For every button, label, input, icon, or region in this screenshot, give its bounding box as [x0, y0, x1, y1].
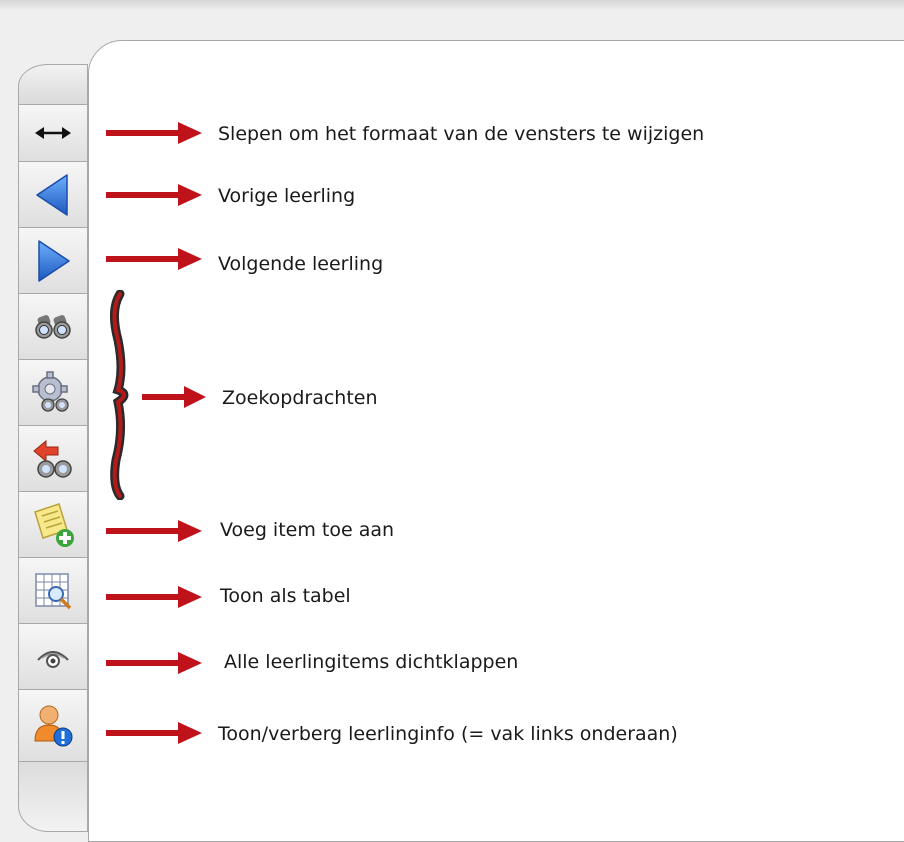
annotation-label: Slepen om het formaat van de vensters te… [218, 123, 705, 145]
search-button[interactable] [18, 294, 88, 360]
annotation-arrow-icon [106, 122, 202, 144]
vertical-toolbar [18, 64, 88, 832]
annotation-arrow-icon [106, 652, 202, 674]
annotation-arrow-icon [106, 722, 202, 744]
annotation-label: Zoekopdrachten [222, 387, 378, 409]
annotation-label: Toon/verberg leerlinginfo (= vak links o… [218, 723, 678, 745]
binoculars-icon [35, 314, 71, 339]
eye-icon [37, 650, 69, 668]
annotation-arrow-icon [106, 184, 202, 206]
annotation-arrow-icon [106, 520, 202, 542]
gear-binoculars-icon [32, 370, 69, 412]
toolbar-top-cap [18, 64, 88, 104]
annotation-label: Toon als tabel [220, 585, 351, 607]
student-info-toggle-button[interactable] [18, 690, 88, 762]
triangle-right-icon [38, 239, 70, 282]
triangle-left-icon [36, 173, 68, 216]
next-student-button[interactable] [18, 228, 88, 294]
annotation-label: Voeg item toe aan [220, 519, 395, 541]
previous-student-button[interactable] [18, 162, 88, 228]
arrow-binoculars-icon [33, 439, 72, 478]
window-top-shadow [0, 0, 904, 11]
search-settings-button[interactable] [18, 360, 88, 426]
note-add-icon [34, 502, 74, 547]
annotation-label: Vorige leerling [218, 185, 356, 207]
annotation-arrow-icon [142, 386, 206, 408]
annotation-arrow-icon [106, 248, 202, 270]
resize-handle-button[interactable] [18, 104, 88, 162]
table-magnifier-icon [35, 572, 72, 609]
collapse-all-button[interactable] [18, 624, 88, 690]
toolbar-bottom-cap [18, 762, 88, 832]
search-history-button[interactable] [18, 426, 88, 492]
annotation-label: Volgende leerling [218, 253, 384, 275]
table-view-button[interactable] [18, 558, 88, 624]
user-info-icon [34, 705, 73, 746]
annotation-label: Alle leerlingitems dichtklappen [224, 651, 519, 673]
annotation-arrow-icon [106, 586, 202, 608]
search-group-brace-icon [110, 290, 129, 500]
resize-arrows-icon [35, 127, 71, 139]
add-item-button[interactable] [18, 492, 88, 558]
